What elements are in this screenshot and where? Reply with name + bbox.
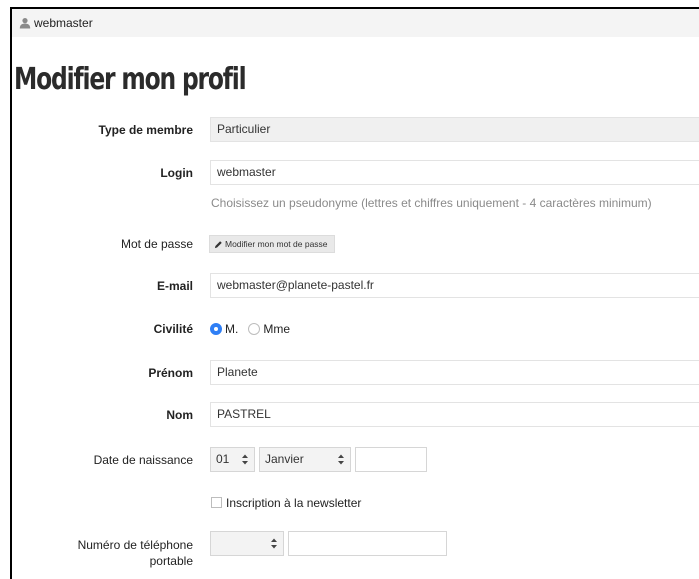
page-title: Modifier mon profil bbox=[14, 62, 247, 97]
civility-option-m-label[interactable]: M. bbox=[225, 322, 238, 336]
phone-number-input[interactable] bbox=[288, 531, 447, 556]
user-bar: webmaster bbox=[12, 9, 699, 37]
birth-day-select[interactable]: 01 bbox=[210, 447, 255, 472]
select-arrows-icon bbox=[242, 454, 248, 465]
login-input[interactable]: webmaster bbox=[210, 160, 699, 185]
profile-window: webmaster Modifier mon profil Type de me… bbox=[10, 7, 699, 579]
birth-date-label: Date de naissance bbox=[93, 453, 193, 467]
change-password-button[interactable]: Modifier mon mot de passe bbox=[209, 235, 335, 253]
newsletter-checkbox[interactable] bbox=[211, 497, 222, 508]
select-arrows-icon bbox=[338, 454, 344, 465]
login-help-text: Choisissez un pseudonyme (lettres et chi… bbox=[211, 196, 652, 210]
email-label: E-mail bbox=[156, 279, 193, 293]
member-type-label: Type de membre bbox=[98, 123, 193, 137]
civility-radio-mme[interactable] bbox=[248, 323, 261, 335]
last-name-input[interactable]: PASTREL bbox=[210, 402, 699, 427]
login-label: Login bbox=[160, 166, 193, 180]
mobile-phone-label: Numéro de téléphone portable bbox=[78, 537, 193, 569]
pencil-icon bbox=[214, 240, 222, 248]
birth-month-value: Janvier bbox=[265, 452, 304, 466]
last-name-label: Nom bbox=[166, 408, 193, 422]
civility-label: Civilité bbox=[153, 322, 193, 336]
username-label[interactable]: webmaster bbox=[34, 16, 93, 30]
first-name-input[interactable]: Planete bbox=[210, 360, 699, 385]
mobile-phone-label-line1: Numéro de téléphone bbox=[77, 538, 193, 552]
newsletter-label[interactable]: Inscription à la newsletter bbox=[226, 496, 361, 510]
newsletter-option[interactable]: Inscription à la newsletter bbox=[211, 496, 361, 510]
change-password-label: Modifier mon mot de passe bbox=[225, 239, 328, 249]
phone-prefix-select[interactable] bbox=[210, 531, 284, 556]
user-icon bbox=[19, 18, 31, 29]
civility-radio-m[interactable] bbox=[210, 323, 222, 335]
member-type-field: Particulier bbox=[210, 117, 699, 142]
civility-radio-group: M. Mme bbox=[210, 322, 300, 336]
mobile-phone-label-line2: portable bbox=[149, 554, 193, 568]
civility-option-mme-label[interactable]: Mme bbox=[263, 322, 290, 336]
select-arrows-icon bbox=[271, 538, 277, 549]
birth-day-value: 01 bbox=[216, 452, 230, 466]
password-label: Mot de passe bbox=[120, 237, 193, 251]
birth-month-select[interactable]: Janvier bbox=[259, 447, 351, 472]
first-name-label: Prénom bbox=[148, 366, 193, 380]
birth-year-input[interactable] bbox=[355, 447, 427, 472]
email-input[interactable]: webmaster@planete-pastel.fr bbox=[210, 273, 699, 298]
